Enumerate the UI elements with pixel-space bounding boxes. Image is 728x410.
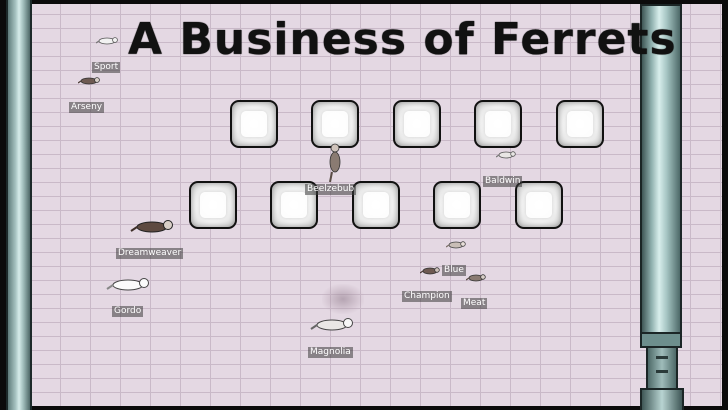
pillow-10[interactable] xyxy=(515,181,563,229)
ferret-gordo-sprite[interactable] xyxy=(106,276,154,294)
pipe-base xyxy=(640,388,684,410)
ferret-beelzebub-sprite[interactable] xyxy=(326,142,344,184)
pillow-6[interactable] xyxy=(189,181,237,229)
pillow-5[interactable] xyxy=(556,100,604,148)
pillow-4[interactable] xyxy=(474,100,522,148)
ferret-baldwin-sprite[interactable] xyxy=(496,150,518,160)
pillow-9[interactable] xyxy=(433,181,481,229)
right-border xyxy=(722,0,728,410)
ferret-magnolia-sprite[interactable] xyxy=(310,316,358,334)
ferret-label-magnolia: Magnolia xyxy=(308,347,353,358)
ferret-label-meat: Meat xyxy=(461,298,488,309)
game-title: A Business of Ferrets xyxy=(128,14,677,65)
pillow-3[interactable] xyxy=(393,100,441,148)
ferret-label-dreamweaver: Dreamweaver xyxy=(116,248,184,259)
left-pipe xyxy=(6,0,32,410)
ferret-label-beelzebub: Beelzebub xyxy=(305,184,357,195)
pillow-8[interactable] xyxy=(352,181,400,229)
dust-smudge xyxy=(322,284,364,314)
pipe-valve xyxy=(646,346,678,390)
bottom-border xyxy=(0,406,728,410)
ferret-label-baldwin: Baldwin xyxy=(483,176,523,187)
ferret-meat-sprite[interactable] xyxy=(466,273,488,283)
ferret-dreamweaver-sprite[interactable] xyxy=(130,218,178,236)
game-scene: A Business of Ferrets Sport Arseny Beelz… xyxy=(0,0,728,410)
ferret-arseny-sprite[interactable] xyxy=(78,76,102,86)
ferret-label-champion: Champion xyxy=(402,291,452,302)
ferret-sport-sprite[interactable] xyxy=(96,36,120,46)
ferret-blue-sprite[interactable] xyxy=(446,240,468,250)
pillow-2[interactable] xyxy=(311,100,359,148)
pillow-1[interactable] xyxy=(230,100,278,148)
ferret-label-sport: Sport xyxy=(92,62,121,73)
ferret-label-arseny: Arseny xyxy=(69,102,105,113)
ferret-label-blue: Blue xyxy=(442,265,466,276)
ferret-label-gordo: Gordo xyxy=(112,306,144,317)
top-border xyxy=(0,0,728,4)
ferret-champion-sprite[interactable] xyxy=(420,266,442,276)
